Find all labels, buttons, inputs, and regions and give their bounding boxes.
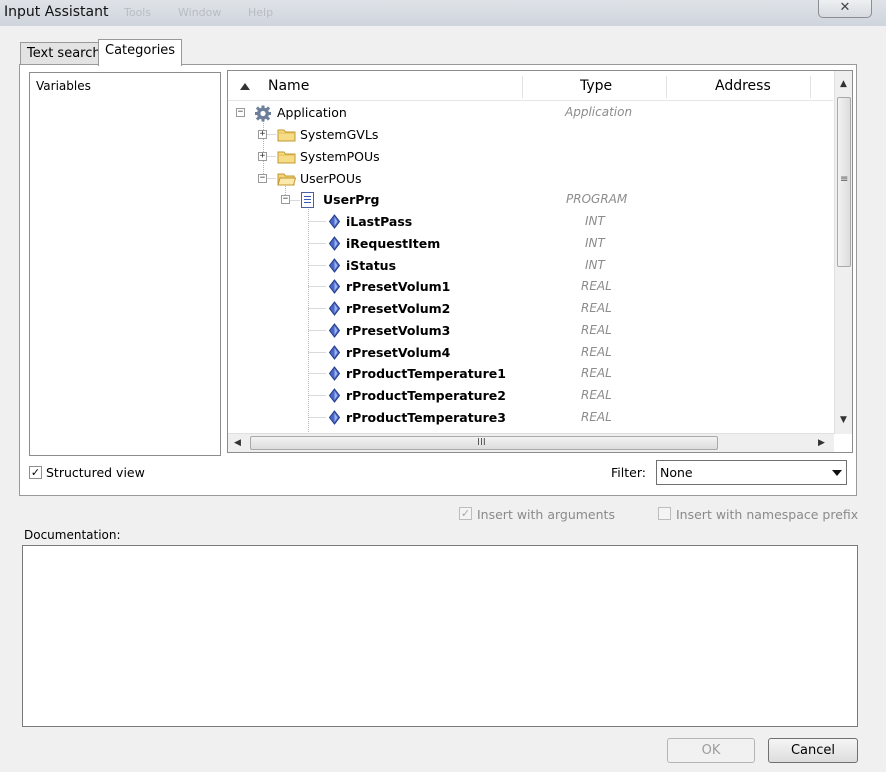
structured-view-label: Structured view	[46, 465, 145, 480]
chevron-down-icon	[832, 470, 842, 476]
symbol-tree-table[interactable]: Name Type Address − Application Applicat…	[227, 70, 853, 453]
tree-node-type: Application	[565, 105, 633, 119]
title-bar: Input Assistant Tools Window Help ✕	[0, 0, 886, 26]
variable-icon	[328, 410, 341, 425]
tree-row-application[interactable]: − Application Application	[228, 102, 833, 124]
tree-node-type: INT	[585, 258, 605, 272]
vertical-scroll-thumb[interactable]: ≡	[837, 97, 851, 267]
tree-node-type: REAL	[581, 388, 612, 402]
category-list[interactable]: Variables	[29, 72, 221, 456]
tree-node-label: iStatus	[346, 258, 397, 273]
tree-node-label: SystemPOUs	[300, 149, 380, 164]
filter-selected-value: None	[660, 465, 693, 480]
vertical-scrollbar[interactable]: ▲ ≡ ▼	[834, 71, 852, 434]
variable-icon	[328, 236, 341, 251]
tree-node-label: Application	[277, 105, 347, 120]
variable-icon	[328, 345, 341, 360]
tree-node-label: rPresetVolum2	[346, 301, 451, 316]
variable-icon	[328, 366, 341, 381]
background-menu-help: Help	[248, 6, 274, 19]
tree-node-type: INT	[585, 214, 605, 228]
expand-icon[interactable]: +	[258, 130, 267, 139]
variable-icon	[328, 214, 341, 229]
category-item-variables[interactable]: Variables	[36, 79, 91, 93]
variable-icon	[328, 323, 341, 338]
window-title: Input Assistant	[4, 4, 109, 20]
ok-button[interactable]: OK	[667, 738, 755, 763]
expand-icon[interactable]: +	[258, 152, 267, 161]
tree-node-type: REAL	[581, 301, 612, 315]
tree-node-type: REAL	[581, 410, 612, 424]
documentation-label: Documentation:	[24, 528, 121, 542]
insert-with-arguments-checkbox[interactable]: ✓	[459, 507, 472, 520]
horizontal-scrollbar[interactable]: ◀ III ▶	[228, 433, 834, 452]
folder-open-icon	[277, 173, 296, 186]
structured-view-checkbox[interactable]: ✓	[29, 466, 42, 479]
variable-icon	[328, 301, 341, 316]
tree-row-variable[interactable]: iRequestItem INT	[228, 233, 833, 255]
program-icon	[301, 192, 314, 208]
tree-row-variable[interactable]: iStatus INT	[228, 255, 833, 277]
collapse-icon[interactable]: −	[258, 174, 267, 183]
tree-node-label: rProductTemperature1	[346, 366, 506, 381]
tree-node-type: REAL	[581, 279, 612, 293]
tree-node-type: REAL	[581, 366, 612, 380]
tree-node-label: UserPrg	[323, 192, 380, 207]
tree-row-variable[interactable]: rPresetVolum4 REAL	[228, 342, 833, 364]
tree-node-type: REAL	[581, 323, 612, 337]
horizontal-scroll-thumb[interactable]: III	[250, 436, 718, 450]
variable-icon	[328, 279, 341, 294]
tab-text-search[interactable]: Text search	[20, 42, 108, 64]
tree-node-label: rProductTemperature3	[346, 410, 506, 425]
folder-icon	[277, 151, 296, 164]
tree-node-label: UserPOUs	[300, 171, 362, 186]
tab-categories[interactable]: Categories	[98, 39, 183, 66]
documentation-box	[22, 545, 858, 727]
background-menu-tools: Tools	[124, 6, 152, 19]
scroll-left-icon[interactable]: ◀	[234, 438, 241, 448]
tree-node-label: rPresetVolum1	[346, 279, 451, 294]
variable-icon	[328, 388, 341, 403]
tree-node-label: iLastPass	[346, 214, 413, 229]
tree-row-userpous[interactable]: − UserPOUs	[228, 168, 833, 190]
close-button[interactable]: ✕	[818, 0, 872, 18]
scroll-up-icon[interactable]: ▲	[840, 79, 847, 89]
collapse-icon[interactable]: −	[236, 108, 245, 117]
filter-label: Filter:	[611, 465, 646, 480]
tree-node-label: rPresetVolum4	[346, 345, 451, 360]
grip-icon: ≡	[840, 174, 849, 185]
tree-row-variable[interactable]: rPresetVolum1 REAL	[228, 276, 833, 298]
tree-row-variable[interactable]: iLastPass INT	[228, 211, 833, 233]
tree-row-systemgvls[interactable]: + SystemGVLs	[228, 124, 833, 146]
scroll-down-icon[interactable]: ▼	[840, 415, 847, 425]
close-icon: ✕	[839, 0, 851, 15]
tree-row-variable[interactable]: rPresetVolum3 REAL	[228, 320, 833, 342]
collapse-icon[interactable]: −	[281, 195, 290, 204]
insert-with-namespace-prefix-label: Insert with namespace prefix	[676, 507, 859, 522]
tree-row-variable[interactable]: rProductTemperature3 REAL	[228, 407, 833, 429]
tree-node-label: rProductTemperature2	[346, 388, 506, 403]
variable-icon	[328, 258, 341, 273]
tree-node-type: PROGRAM	[566, 192, 628, 206]
scroll-right-icon[interactable]: ▶	[818, 438, 825, 448]
tree-node-label: iRequestItem	[346, 236, 441, 251]
tree-row-variable[interactable]: rPresetVolum2 REAL	[228, 298, 833, 320]
tree-node-type: REAL	[581, 345, 612, 359]
tree-node-label: rPresetVolum3	[346, 323, 451, 338]
background-menu-window: Window	[178, 6, 222, 19]
tree-row-userprg[interactable]: − UserPrg PROGRAM	[228, 189, 833, 211]
tree-node-type: INT	[585, 236, 605, 250]
gear-icon	[255, 105, 271, 122]
insert-with-arguments-label: Insert with arguments	[477, 507, 615, 522]
cancel-button[interactable]: Cancel	[768, 738, 858, 763]
tree-node-label: SystemGVLs	[300, 127, 379, 142]
grip-icon: III	[477, 437, 486, 448]
folder-icon	[277, 129, 296, 142]
tree-row-variable[interactable]: rProductTemperature2 REAL	[228, 385, 833, 407]
tree-row-variable[interactable]: rProductTemperature1 REAL	[228, 363, 833, 385]
insert-with-namespace-prefix-checkbox[interactable]	[658, 507, 671, 520]
filter-dropdown[interactable]: None	[656, 460, 847, 485]
tree-row-systempous[interactable]: + SystemPOUs	[228, 146, 833, 168]
